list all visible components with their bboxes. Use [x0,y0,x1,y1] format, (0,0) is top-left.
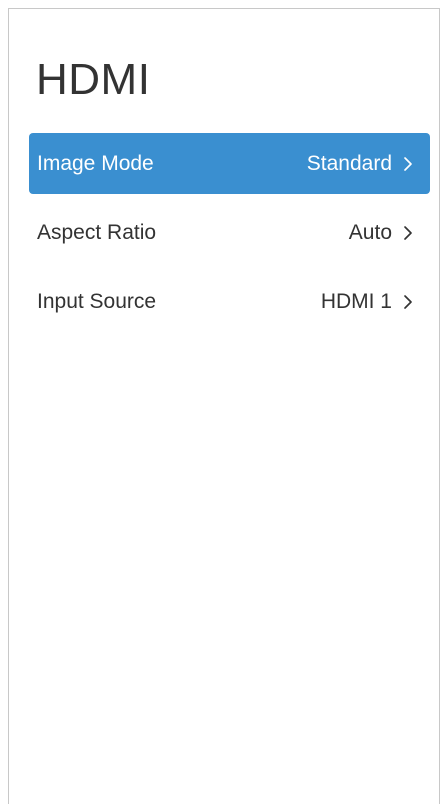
menu-item-value-group: Standard [307,152,416,176]
page-title: HDMI [36,55,151,104]
settings-panel: HDMI Image Mode Standard Aspect Ratio Au… [8,8,440,804]
menu-item-value: HDMI 1 [320,289,392,313]
menu-item-image-mode[interactable]: Image Mode Standard [29,133,430,194]
chevron-right-icon [400,225,416,241]
menu-item-label: Aspect Ratio [37,220,157,244]
menu-item-label: Image Mode [37,151,154,175]
menu-item-label: Input Source [37,289,157,313]
menu-item-value: Standard [306,151,392,175]
settings-menu: Image Mode Standard Aspect Ratio Auto In… [29,133,430,340]
chevron-right-icon [400,156,416,172]
chevron-right-icon [400,294,416,310]
menu-item-input-source[interactable]: Input Source HDMI 1 [29,271,430,332]
menu-item-value: Auto [348,220,392,244]
menu-item-aspect-ratio[interactable]: Aspect Ratio Auto [29,202,430,263]
menu-item-value-group: Auto [349,221,416,245]
menu-item-value-group: HDMI 1 [321,290,416,314]
